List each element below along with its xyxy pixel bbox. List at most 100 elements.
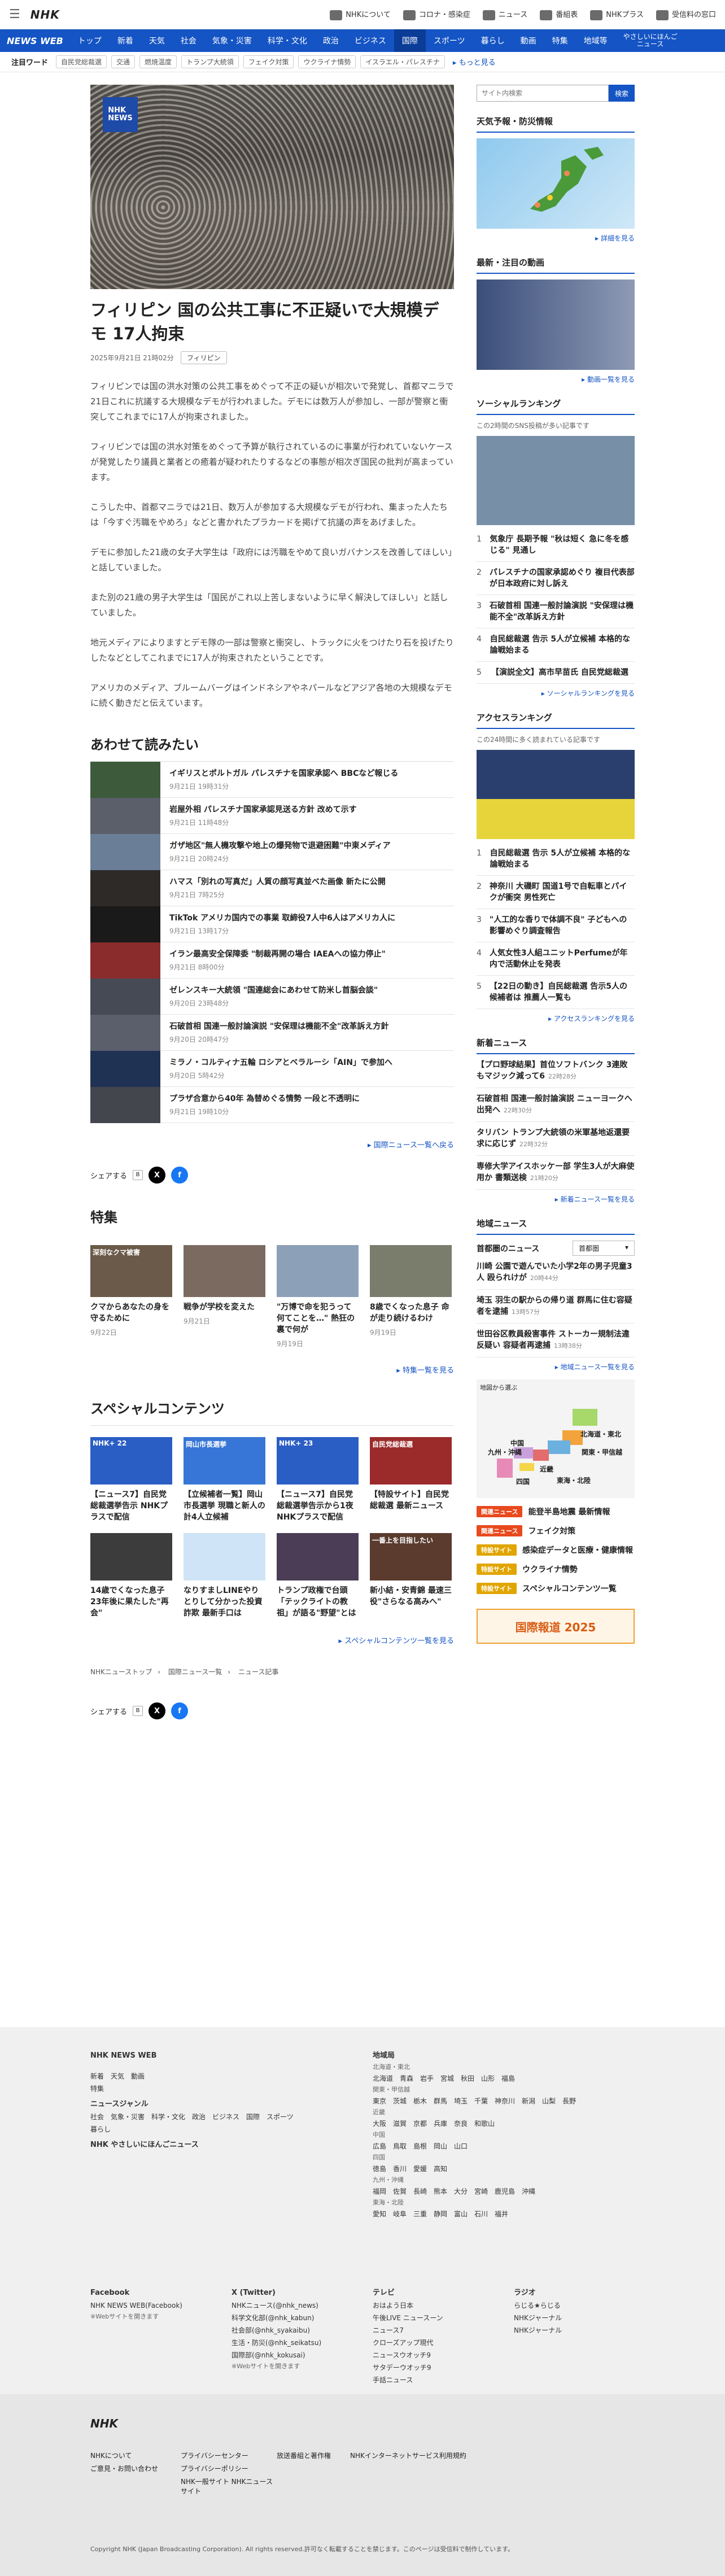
ranking-item[interactable]: 1 気象庁 長期予報 "秋は短く 急に冬を感じる" 見通し — [477, 529, 635, 562]
footer-link[interactable]: NHKニュース(@nhk_news) — [232, 2299, 361, 2312]
footer-bottom-link[interactable]: プライバシーセンター — [181, 2451, 277, 2460]
nav-sports[interactable]: スポーツ — [426, 29, 473, 52]
footer-link[interactable]: ニュース7 — [373, 2324, 503, 2337]
special-card[interactable]: 自民党総裁選 【特設サイト】自民党総裁選 最新ニュース — [370, 1437, 452, 1523]
footer-genre2[interactable]: 暮らし — [90, 2123, 361, 2136]
footer-fb-link[interactable]: NHK NEWS WEB(Facebook) — [90, 2299, 220, 2312]
ranking-item[interactable]: 3 "人工的な香りで体調不良" 子どもへの影響めぐり調査報告 — [477, 909, 635, 942]
related-item[interactable]: TikTok アメリカ国内での事業 取締役7人中6人はアメリカ人に 9月21日 … — [90, 906, 454, 942]
footer-link[interactable]: らじる★らじる — [514, 2299, 632, 2312]
map-label[interactable]: 四国 — [516, 1477, 530, 1486]
access-more-link[interactable]: ▸ アクセスランキングを見る — [477, 1014, 635, 1023]
footer-bottom-link[interactable]: NHK一般サイト NHKニュースサイト — [181, 2477, 277, 2496]
feature-card[interactable]: 8歳でくなった息子 命が走り続けるわけ 9月19日 — [370, 1245, 452, 1348]
social-more-link[interactable]: ▸ ソーシャルランキングを見る — [477, 688, 635, 698]
footer-nav1[interactable]: 新着 天気 動画 — [90, 2070, 361, 2082]
facebook-share-icon[interactable]: f — [171, 1702, 189, 1719]
map-label[interactable]: 近畿 — [540, 1464, 553, 1474]
nav-international[interactable]: 国際 — [394, 29, 426, 52]
news-item[interactable]: 川崎 公園で遊んでいた小学2年の男子児童3人 殴られけが 20時44分 — [477, 1256, 635, 1290]
crumb-top[interactable]: NHKニューストップ — [90, 1668, 152, 1676]
footer-nav2[interactable]: 特集 — [90, 2082, 361, 2095]
news-item[interactable]: 専修大学アイスホッケー部 学生3人が大麻使用か 書類送検 21時20分 — [477, 1156, 635, 1190]
article-tag[interactable]: フィリピン — [180, 351, 227, 364]
news-item[interactable]: 石破首相 国連一般討論演説 ニューヨークへ 出発へ 22時30分 — [477, 1088, 635, 1122]
tagged-link[interactable]: 関連ニュース フェイク対策 — [477, 1525, 635, 1536]
related-item[interactable]: ガザ地区"無人機攻撃や地上の爆発物で退避困難"中東メディア 9月21日 20時2… — [90, 833, 454, 870]
menu-icon[interactable]: ☰ — [9, 7, 20, 21]
nav-new[interactable]: 新着 — [110, 29, 141, 52]
feature-card[interactable]: "万博で命を犯うって何てことを…" 熱狂の裏で何が 9月19日 — [277, 1245, 359, 1348]
x-share-icon[interactable]: X — [149, 1167, 166, 1184]
map-label[interactable]: 北海道・東北 — [580, 1429, 621, 1439]
footer-link[interactable]: 生活・防災(@nhk_seikatsu) — [232, 2337, 361, 2349]
footer-region-links[interactable]: 東京 茨城 栃木 群馬 埼玉 千葉 神奈川 新潟 山梨 長野 — [373, 2095, 632, 2107]
nhk-logo[interactable]: NHK — [30, 8, 60, 21]
hot-more-link[interactable]: ▸ もっと見る — [453, 56, 496, 67]
nav-weather[interactable]: 天気 — [141, 29, 173, 52]
special-card[interactable]: NHK+ 22 【ニュース7】自民党総裁選挙告示 NHKプラスで配信 — [90, 1437, 172, 1523]
hot-chip[interactable]: 燃焼温度 — [139, 55, 177, 68]
footer-bottom-link[interactable]: 放送番組と著作権 — [277, 2451, 350, 2460]
search-button[interactable]: 検索 — [609, 85, 635, 102]
nav-video[interactable]: 動画 — [513, 29, 544, 52]
nav-feature[interactable]: 特集 — [544, 29, 576, 52]
related-item[interactable]: プラザ合意から40年 為替めぐる情勢 一段と不透明に 9月21日 19時10分 — [90, 1086, 454, 1123]
top-link-schedule[interactable]: 番組表 — [540, 8, 578, 20]
related-item[interactable]: 石破首相 国連一般討論演説 "安保理は機能不全"改革訴え方針 9月20日 20時… — [90, 1014, 454, 1051]
nav-region[interactable]: 地域等 — [576, 29, 615, 52]
special-card[interactable]: NHK+ 23 【ニュース7】自民党 総裁選挙告示から1夜 NHKプラスで配信 — [277, 1437, 359, 1523]
related-item[interactable]: 岩屋外相 パレスチナ国家承認見送る方針 改めて示す 9月21日 11時48分 — [90, 797, 454, 834]
top-link-about[interactable]: NHKについて — [330, 8, 391, 20]
hot-chip[interactable]: トランプ大統領 — [181, 55, 239, 68]
new-news-more-link[interactable]: ▸ 新着ニュース一覧を見る — [477, 1194, 635, 1204]
news-item[interactable]: 世田谷区教員殺害事件 ストーカー規制法違反疑い 容疑者再逮捕 13時38分 — [477, 1324, 635, 1357]
footer-region-links[interactable]: 愛知 岐阜 三重 静岡 富山 石川 福井 — [373, 2208, 632, 2220]
nav-society[interactable]: 社会 — [173, 29, 204, 52]
news-item[interactable]: 【プロ野球結果】首位ソフトバンク 3連敗もマジック減って6 22時28分 — [477, 1054, 635, 1088]
hot-chip[interactable]: イスラエル・パレスチナ — [360, 55, 445, 68]
footer-region-links[interactable]: 北海道 青森 岩手 宮城 秋田 山形 福島 — [373, 2072, 632, 2085]
feature-card[interactable]: 深刻なクマ被害 クマからあなたの身を守るために 9月22日 — [90, 1245, 172, 1348]
footer-region-links[interactable]: 福岡 佐賀 長崎 熊本 大分 宮崎 鹿児島 沖縄 — [373, 2185, 632, 2198]
footer-link[interactable]: 午後LIVE ニュースーン — [373, 2312, 503, 2324]
footer-region-links[interactable]: 広島 鳥取 島根 岡山 山口 — [373, 2140, 632, 2153]
nav-life[interactable]: 暮らし — [473, 29, 513, 52]
tagged-link[interactable]: 特設サイト 感染症データと医療・健康情報 — [477, 1544, 635, 1556]
footer-link[interactable]: NHKジャーナル — [514, 2324, 632, 2337]
map-label[interactable]: 九州・沖縄 — [488, 1447, 522, 1457]
feature-card[interactable]: 戦争が学校を変えた 9月21日 — [184, 1245, 265, 1348]
bookmark-icon[interactable]: B — [133, 1706, 143, 1716]
bookmark-icon[interactable]: B — [133, 1170, 143, 1180]
features-more-link[interactable]: ▸ 特集一覧を見る — [90, 1364, 454, 1375]
related-item[interactable]: ミラノ・コルティナ五輪 ロシアとベラルーシ「AIN」で参加へ 9月20日 5時4… — [90, 1050, 454, 1087]
footer-link[interactable]: 社会部(@nhk_syakaibu) — [232, 2324, 361, 2337]
ranking-item[interactable]: 2 神奈川 大磯町 国道1号で自転車とパイクが衝突 男性死亡 — [477, 876, 635, 909]
footer-link[interactable]: ニュースウオッチ9 — [373, 2349, 503, 2361]
special-more-link[interactable]: ▸ スペシャルコンテンツ一覧を見る — [90, 1635, 454, 1645]
footer-link[interactable]: 手話ニュース — [373, 2374, 503, 2386]
tagged-link[interactable]: 特設サイト スペシャルコンテンツ一覧 — [477, 1583, 635, 1594]
footer-link[interactable]: 国際部(@nhk_kokusai) — [232, 2349, 361, 2361]
footer-easy[interactable]: NHK やさしいにほんごニュース — [90, 2139, 361, 2151]
hot-chip[interactable]: フェイク対策 — [243, 55, 294, 68]
top-link-corona[interactable]: コロナ・感染症 — [403, 8, 470, 20]
footer-bottom-link[interactable]: プライバシーポリシー — [181, 2464, 277, 2473]
nav-politics[interactable]: 政治 — [315, 29, 347, 52]
footer-region-links[interactable]: 徳島 香川 愛媛 高知 — [373, 2163, 632, 2175]
region-more-link[interactable]: ▸ 地域ニュース一覧を見る — [477, 1362, 635, 1372]
ranking-item[interactable]: 4 自民総裁選 告示 5人が立候補 本格的な論戦始まる — [477, 628, 635, 662]
special-card[interactable]: 一番上を目指したい 新小結・安青錦 最速三役"さらなる高みへ" — [370, 1533, 452, 1619]
nav-business[interactable]: ビジネス — [347, 29, 394, 52]
related-item[interactable]: イラン最高安全保障委 "制裁再開の場合 IAEAへの協力停止" 9月21日 8時… — [90, 942, 454, 979]
footer-link[interactable]: おはよう日本 — [373, 2299, 503, 2312]
ranking-item[interactable]: 4 人気女性3人組ユニットPerfumeが年内で活動休止を発表 — [477, 942, 635, 976]
map-label[interactable]: 関東・甲信越 — [582, 1447, 622, 1457]
top-link-plus[interactable]: NHKプラス — [590, 8, 644, 20]
footer-nhk-logo[interactable]: NHK — [90, 2417, 118, 2430]
weather-map[interactable] — [477, 138, 635, 229]
footer-bottom-link[interactable]: NHKについて — [90, 2451, 181, 2460]
footer-link[interactable]: クローズアップ現代 — [373, 2337, 503, 2349]
kokusai-hodo-banner[interactable]: 国際報道 2025 — [477, 1609, 635, 1644]
ranking-item[interactable]: 2 パレスチナの国家承認めぐり 複目代表部が日本政府に対し訴え — [477, 562, 635, 595]
